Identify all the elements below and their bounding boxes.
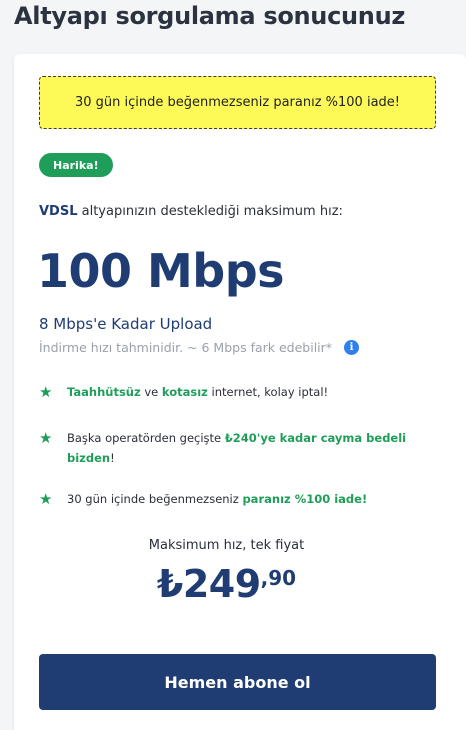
info-icon[interactable]: i [344,340,360,355]
feature-item: ★ 30 gün içinde beğenmezseniz paranız %1… [39,489,407,509]
feature-text: Başka operatörden geçişte ₺240'ye kadar … [67,431,407,465]
promo-banner: 30 gün içinde beğenmezseniz paranız %100… [39,76,436,129]
infrastructure-text: altyapınızın desteklediği maksimum hız: [77,204,343,219]
feature-item: ★ Başka operatörden geçişte ₺240'ye kada… [39,428,407,468]
star-icon: ★ [39,429,53,447]
price-main: ₺249 [156,562,261,606]
speed-estimate-note: İndirme hızı tahminidir. ~ 6 Mbps fark e… [39,340,360,355]
price: ₺249,90 [14,562,439,606]
page-title: Altyapı sorgulama sonucunuz [14,2,406,30]
max-speed: 100 Mbps [37,244,285,298]
subscribe-button[interactable]: Hemen abone ol [39,654,436,710]
price-caption: Maksimum hız, tek fiyat [148,538,305,553]
estimate-text: İndirme hızı tahminidir. ~ 6 Mbps fark e… [39,340,333,355]
feature-text: Taahhütsüz ve kotasız internet, kolay ip… [67,385,329,399]
feature-text: 30 gün içinde beğenmezseniz paranız %100… [67,492,368,506]
star-icon: ★ [39,490,53,508]
result-card: 30 gün içinde beğenmezseniz paranız %100… [14,54,466,730]
price-cents: ,90 [260,566,297,590]
feature-item: ★ Taahhütsüz ve kotasız internet, kolay … [39,382,407,402]
infrastructure-type: VDSL [39,204,78,219]
upload-speed: 8 Mbps'e Kadar Upload [39,315,213,333]
status-badge: Harika! [39,153,113,177]
promo-text: 30 gün içinde beğenmezseniz paranız %100… [74,95,400,110]
star-icon: ★ [39,383,53,401]
infrastructure-description: VDSL altyapınızın desteklediği maksimum … [39,204,343,219]
